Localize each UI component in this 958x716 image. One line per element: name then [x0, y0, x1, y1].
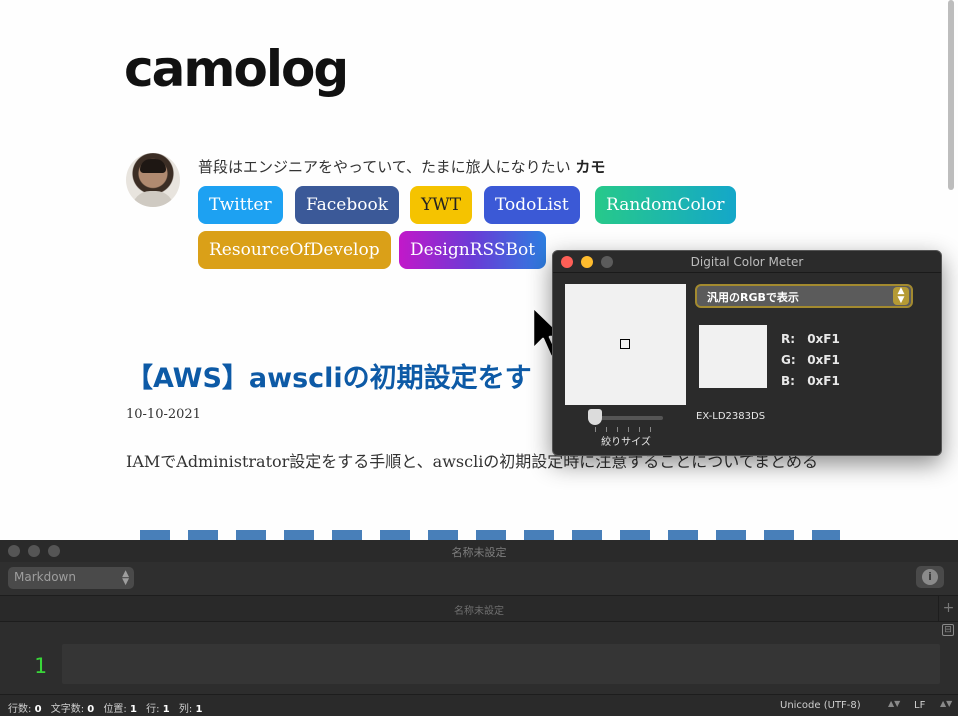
tag-randomcolor[interactable]: RandomColor [595, 186, 736, 224]
editor-toolbar: Markdown ▲ ▼ i [0, 562, 958, 596]
status-bar: 行数: 0 文字数: 0 位置: 1 行: 1 列: 1 Unicode (UT… [0, 694, 958, 716]
r-label: R: [781, 332, 796, 346]
dcm-title: Digital Color Meter [690, 255, 804, 269]
position-label: 位置: [103, 704, 127, 715]
page-scrollbar[interactable] [948, 0, 954, 190]
aperture-square-icon [620, 339, 630, 349]
avatar-shirt [132, 191, 174, 207]
chevron-updown-icon: ▲▼ [893, 287, 909, 305]
lines-value: 0 [34, 704, 42, 715]
lines-label: 行数: [8, 704, 32, 715]
row-label: 行: [146, 704, 160, 715]
avatar [126, 153, 180, 207]
encoding-value: Unicode (UTF-8) [780, 700, 861, 711]
chevron-updown-icon: ▲▼ [888, 699, 901, 708]
row-value: 1 [162, 704, 170, 715]
tag-facebook[interactable]: Facebook [295, 186, 400, 224]
digital-color-meter-window: Digital Color Meter 絞りサイズ 汎用のRGBで表示 ▲ ▼ R… [552, 250, 942, 456]
info-button[interactable]: i [916, 566, 944, 588]
syntax-select[interactable]: Markdown ▲ ▼ [8, 567, 134, 589]
tag-designrssbot[interactable]: DesignRSSBot [399, 231, 547, 269]
aperture-slider-knob[interactable] [588, 409, 602, 425]
split-view-icon[interactable]: ⊟ [942, 624, 954, 636]
editor-titlebar[interactable]: 名称未設定 [0, 540, 958, 562]
g-value: 0xF1 [807, 353, 840, 367]
color-swatch [699, 325, 767, 388]
site-title[interactable]: camolog [124, 40, 349, 98]
post-title[interactable]: 【AWS】awscliの初期設定をす [126, 356, 532, 395]
chars-label: 文字数: [50, 704, 85, 715]
dcm-titlebar[interactable]: Digital Color Meter [553, 251, 941, 273]
avatar-hair [140, 159, 166, 173]
rgb-readout: R: 0xF1 G: 0xF1 B: 0xF1 [781, 329, 840, 392]
column-label: 列: [178, 704, 193, 715]
b-value: 0xF1 [807, 374, 840, 388]
info-icon: i [922, 569, 938, 585]
encoding-select[interactable]: Unicode (UTF-8) [780, 700, 861, 711]
aperture-slider-ticks [595, 427, 659, 432]
chars-value: 0 [87, 704, 95, 715]
display-name: EX-LD2383DS [696, 411, 766, 422]
post-date: 10-10-2021 [126, 407, 201, 422]
display-mode-select[interactable]: 汎用のRGBで表示 ▲ ▼ [695, 284, 913, 308]
display-mode-value: 汎用のRGBで表示 [707, 291, 799, 304]
current-line-editor[interactable] [62, 644, 940, 684]
chevron-updown-icon: ▲▼ [122, 569, 129, 587]
g-label: G: [781, 353, 796, 367]
tag-todolist[interactable]: TodoList [484, 186, 580, 224]
line-ending-select[interactable]: LF [914, 700, 925, 711]
next-post-title-fragment [140, 528, 840, 540]
aperture-label: 絞りサイズ [601, 437, 651, 448]
column-value: 1 [195, 704, 203, 715]
bio-text: 普段はエンジニアをやっていて、たまに旅人になりたい [198, 158, 571, 176]
editor-window-title: 名称未設定 [451, 546, 507, 559]
position-value: 1 [130, 704, 137, 715]
editor-tabbar: 名称未設定 + [0, 596, 958, 622]
line-ending-value: LF [914, 700, 926, 711]
text-editor-window: 名称未設定 Markdown ▲ ▼ i 名称未設定 + ⊟ 1 行数: 0 文字… [0, 540, 958, 716]
status-counters: 行数: 0 文字数: 0 位置: 1 行: 1 列: 1 [8, 700, 208, 715]
magnifier-preview [565, 284, 686, 405]
add-tab-icon[interactable]: + [938, 596, 958, 622]
tag-resourceofdevelop[interactable]: ResourceOfDevelop [198, 231, 391, 269]
line-number: 1 [34, 654, 47, 678]
b-label: B: [781, 374, 795, 388]
document-tab[interactable]: 名称未設定 [0, 602, 958, 617]
tag-ywt[interactable]: YWT [410, 186, 473, 224]
tag-twitter[interactable]: Twitter [198, 186, 283, 224]
r-value: 0xF1 [807, 332, 840, 346]
chevron-updown-icon: ▲▼ [940, 699, 953, 708]
author-bio: 普段はエンジニアをやっていて、たまに旅人になりたい カモ [198, 156, 605, 177]
line-number-gutter [0, 640, 60, 690]
bio-name: カモ [575, 158, 606, 176]
syntax-value: Markdown [14, 570, 76, 584]
